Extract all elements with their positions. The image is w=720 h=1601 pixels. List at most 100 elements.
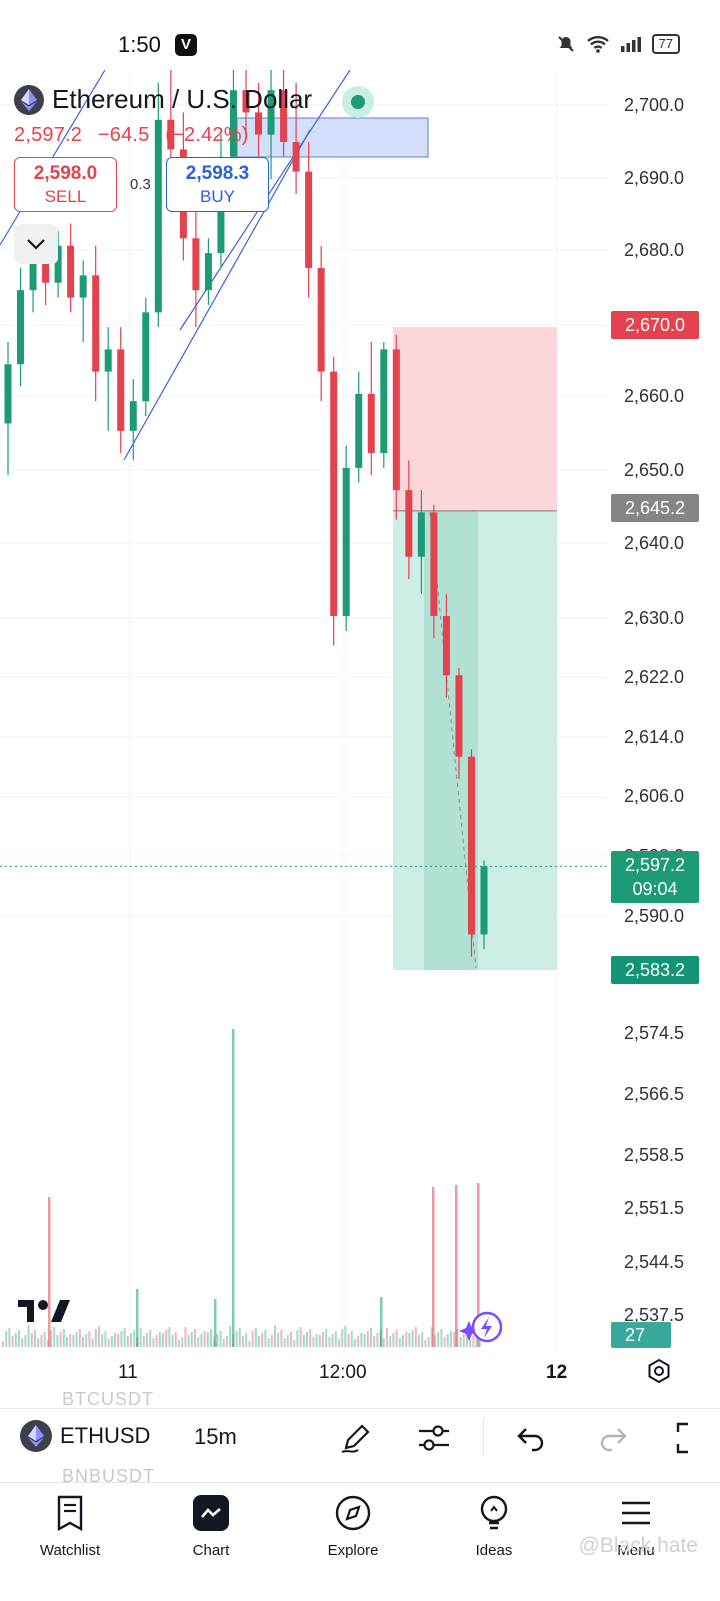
- time-axis-label: 12: [546, 1362, 568, 1383]
- buy-label: BUY: [200, 187, 235, 206]
- volume-bar: [354, 1339, 356, 1347]
- volume-bar: [142, 1336, 145, 1347]
- price-change-line: 2,597.2 −64.5 (−2.42%): [14, 124, 259, 147]
- tradingview-logo-icon[interactable]: [18, 1298, 72, 1324]
- candle-body: [292, 142, 300, 172]
- candle-body: [117, 349, 125, 431]
- candle-body: [442, 616, 450, 676]
- supply-zone-rectangle: [236, 117, 429, 158]
- volume-bar: [158, 1332, 161, 1347]
- volume-bar: [222, 1339, 225, 1347]
- stop-loss-tag[interactable]: 2,670.0: [611, 311, 699, 339]
- volume-bar: [405, 1332, 408, 1347]
- take-profit-tag[interactable]: 2,583.2: [611, 956, 699, 984]
- volume-bar: [197, 1337, 200, 1347]
- volume-bar: [62, 1329, 65, 1347]
- ghost-symbol-above: BTCUSDT: [62, 1389, 154, 1409]
- candle-body: [154, 119, 162, 313]
- signal-icon: [620, 37, 641, 52]
- symbol-selector[interactable]: ETHUSD: [20, 1420, 150, 1452]
- volume-bar: [264, 1330, 267, 1347]
- interval-selector[interactable]: 15m: [194, 1424, 237, 1450]
- price-axis-label: 2,630.0: [624, 608, 685, 628]
- price-axis-label: 2,544.5: [624, 1252, 685, 1272]
- volume-bar: [350, 1331, 353, 1347]
- redo-icon[interactable]: [596, 1420, 630, 1456]
- volume-bar: [443, 1337, 446, 1347]
- volume-bar: [373, 1336, 376, 1347]
- ai-assistant-icon[interactable]: [458, 1310, 506, 1346]
- volume-bar: [56, 1335, 59, 1347]
- candle-body: [129, 401, 137, 431]
- last-price: 2,597.2: [14, 124, 83, 146]
- undo-icon[interactable]: [514, 1420, 548, 1456]
- chart-area[interactable]: [0, 70, 720, 1415]
- nav-explore[interactable]: Explore: [303, 1492, 403, 1559]
- volume-bar: [293, 1340, 296, 1347]
- price-axis-label: 2,650.0: [624, 460, 685, 480]
- volume-bar: [200, 1334, 203, 1347]
- volume-bar: [94, 1329, 97, 1347]
- battery-level: 77: [651, 34, 680, 54]
- volume-bar: [380, 1297, 383, 1347]
- volume-bar: [98, 1326, 100, 1347]
- volume-bar: [395, 1330, 398, 1347]
- volume-bar: [261, 1333, 264, 1347]
- volume-bar: [408, 1333, 411, 1347]
- volume-bar: [437, 1332, 440, 1347]
- volume-bar: [432, 1187, 435, 1347]
- volume-bar: [85, 1334, 88, 1347]
- volume-bar: [338, 1339, 340, 1347]
- nav-ideas[interactable]: Ideas: [444, 1492, 544, 1559]
- volume-bar: [203, 1331, 206, 1347]
- entry-price-tag[interactable]: 2,645.2: [611, 494, 699, 522]
- volume-bar: [450, 1331, 452, 1347]
- volume-bar: [280, 1330, 283, 1347]
- volume-bar: [299, 1327, 302, 1347]
- price-axis-label: 2,700.0: [624, 95, 685, 115]
- candle-body: [317, 267, 325, 372]
- volume-bar: [181, 1337, 184, 1347]
- volume-bar: [341, 1329, 344, 1347]
- watchlist-icon: [57, 1495, 83, 1531]
- status-time: 1:50: [118, 32, 161, 57]
- buy-button[interactable]: 2,598.3 BUY: [166, 157, 269, 212]
- candle-body: [104, 349, 112, 372]
- volume-bar: [325, 1329, 328, 1347]
- volume-bar: [206, 1332, 209, 1347]
- volume-bar: [110, 1336, 113, 1347]
- nav-watchlist[interactable]: Watchlist: [20, 1492, 120, 1559]
- volume-bar: [366, 1331, 369, 1347]
- volume-bar: [72, 1335, 75, 1347]
- collapse-legend-button[interactable]: [14, 224, 58, 264]
- draw-pen-icon[interactable]: [338, 1420, 374, 1456]
- volume-bar: [107, 1339, 110, 1347]
- sell-button[interactable]: 2,598.0 SELL: [14, 157, 117, 212]
- volume-bar: [331, 1334, 334, 1347]
- volume-bar: [424, 1340, 427, 1347]
- price-axis-label: 2,690.0: [624, 168, 685, 188]
- price-chart[interactable]: [0, 70, 720, 1415]
- fullscreen-icon[interactable]: [676, 1420, 706, 1456]
- volume-bar: [91, 1339, 94, 1347]
- candle-body: [392, 349, 400, 491]
- volume-bar: [24, 1335, 27, 1347]
- nav-chart[interactable]: Chart: [161, 1492, 261, 1559]
- candle-body: [17, 290, 25, 365]
- market-open-indicator[interactable]: [342, 86, 374, 118]
- candle-body: [480, 866, 488, 935]
- chart-settings-icon[interactable]: [646, 1358, 672, 1384]
- app-notification-icon: V: [175, 34, 197, 56]
- symbol-label: ETHUSD: [60, 1423, 151, 1448]
- indicators-icon[interactable]: [416, 1420, 452, 1456]
- volume-bar: [398, 1338, 401, 1347]
- volume-bar: [382, 1338, 385, 1347]
- volume-bar: [226, 1336, 228, 1347]
- symbol-header[interactable]: Ethereum / U.S. Dollar: [14, 84, 312, 115]
- candle-body: [92, 275, 100, 372]
- volume-bar: [360, 1333, 363, 1347]
- volume-bar: [21, 1338, 24, 1347]
- volume-bar: [5, 1331, 8, 1347]
- volume-bar: [187, 1335, 190, 1347]
- volume-bar: [149, 1330, 152, 1347]
